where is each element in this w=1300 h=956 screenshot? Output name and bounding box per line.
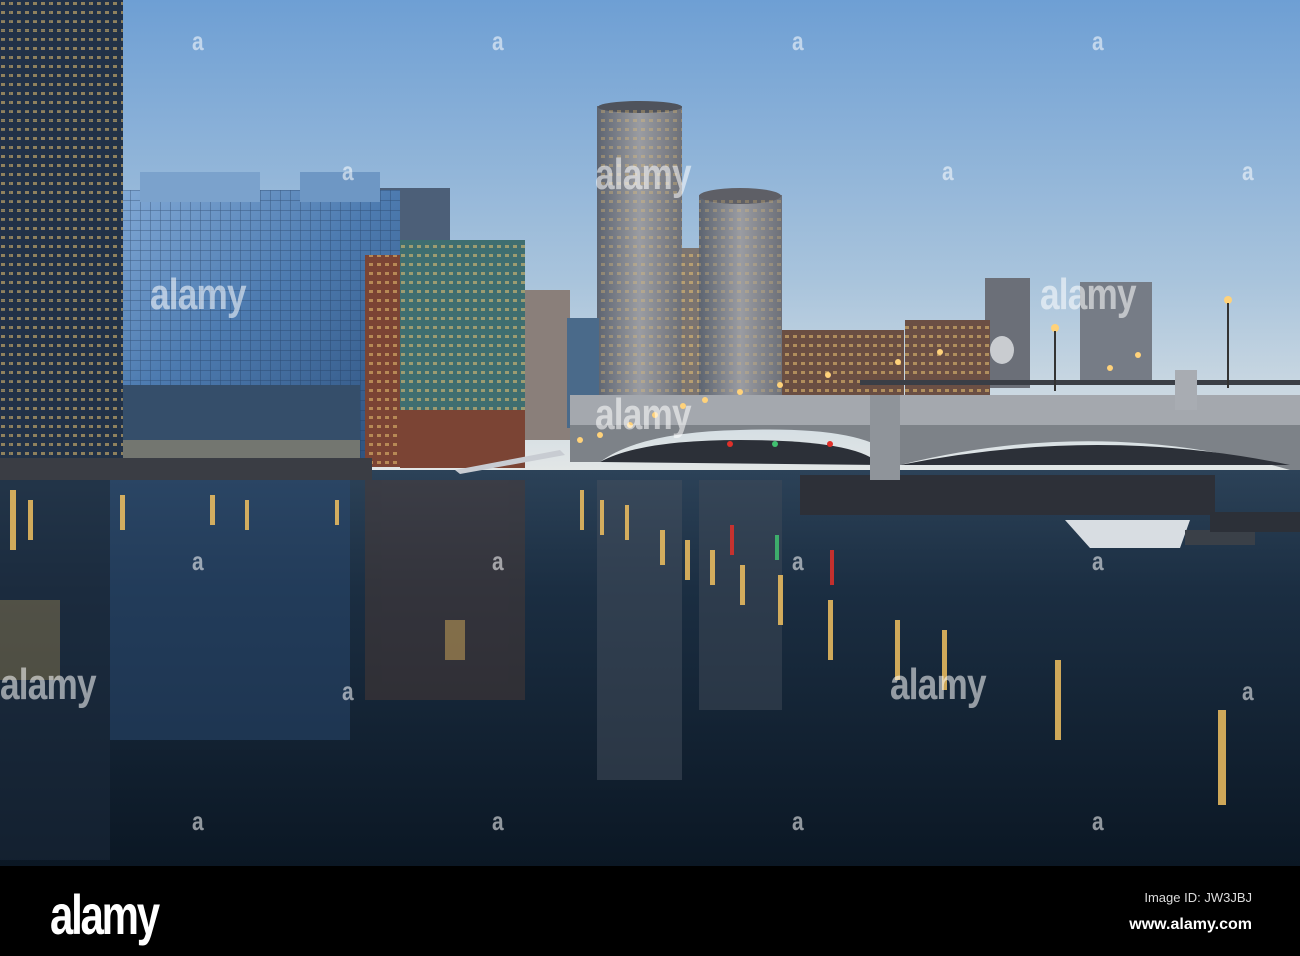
website-link[interactable]: www.alamy.com	[1129, 916, 1252, 934]
photo: alamy alamy alamy alamy alamy alamy a a …	[0, 0, 1300, 956]
watermark-a: a	[792, 806, 804, 836]
watermark-a: a	[492, 26, 504, 56]
image-id: Image ID: JW3JBJ	[1144, 890, 1252, 905]
brick-building	[365, 240, 525, 468]
watermark-a: a	[492, 546, 504, 576]
watermark-a: a	[342, 156, 354, 186]
watermark-a: a	[1092, 546, 1104, 576]
watermark-alamy: alamy	[595, 390, 692, 439]
watermark-a: a	[1092, 806, 1104, 836]
watermark-alamy: alamy	[890, 660, 987, 709]
footer-bar: alamy Image ID: JW3JBJ www.alamy.com	[0, 866, 1300, 956]
left-tower	[0, 0, 123, 460]
watermark-a: a	[1242, 676, 1254, 706]
watermark-a: a	[192, 26, 204, 56]
watermark-a: a	[1242, 156, 1254, 186]
watermark-a: a	[342, 676, 354, 706]
watermark-alamy: alamy	[1040, 270, 1137, 319]
watermark-alamy: alamy	[0, 660, 97, 709]
watermark-a: a	[192, 546, 204, 576]
watermark-a: a	[492, 806, 504, 836]
watermark-alamy: alamy	[595, 150, 692, 199]
watermark-a: a	[192, 806, 204, 836]
watermark-alamy: alamy	[150, 270, 247, 319]
watermark-a: a	[792, 546, 804, 576]
wharf	[0, 458, 372, 480]
watermark-a: a	[792, 26, 804, 56]
watermark-a: a	[1092, 26, 1104, 56]
pier	[800, 475, 1215, 515]
watermark-a: a	[942, 156, 954, 186]
alamy-logo: alamy	[50, 883, 160, 946]
